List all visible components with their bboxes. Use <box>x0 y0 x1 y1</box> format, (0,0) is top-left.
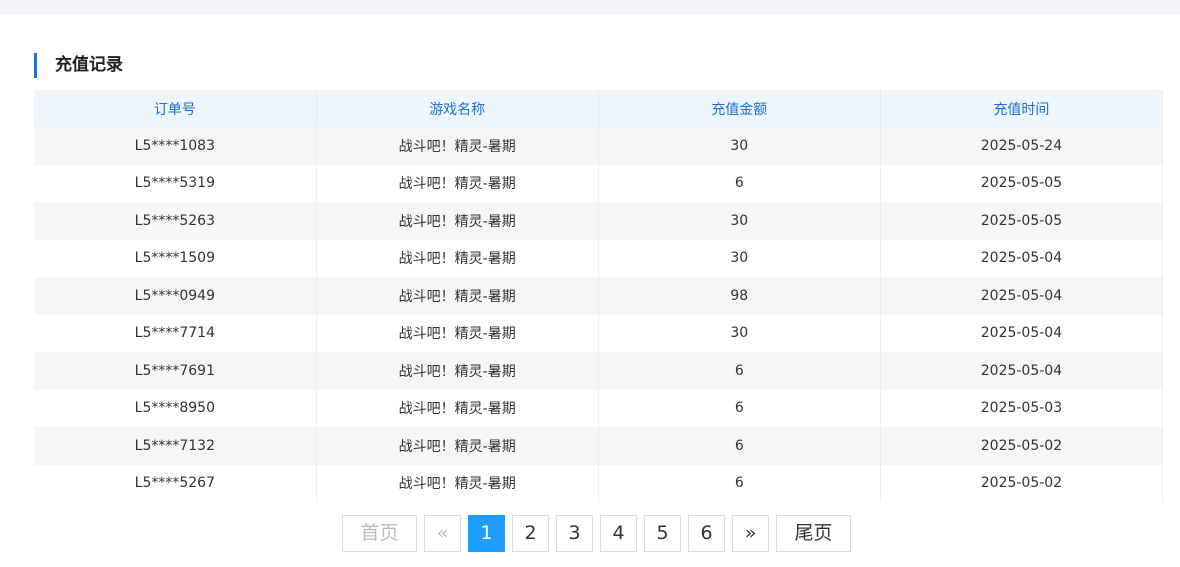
game-name-cell: 战斗吧！精灵-暑期 <box>316 164 599 202</box>
column-header-game-name: 游戏名称 <box>316 90 599 127</box>
table-row: L5****8950 战斗吧！精灵-暑期 6 2025-05-03 <box>34 389 1164 427</box>
table-row: L5****7691 战斗吧！精灵-暑期 6 2025-05-04 <box>34 352 1164 390</box>
game-name-cell: 战斗吧！精灵-暑期 <box>316 202 599 240</box>
recharge-records-table: 订单号 游戏名称 充值金额 充值时间 L5****1083 战斗吧！精灵-暑期 … <box>34 90 1164 502</box>
pagination: 首页 « 1 2 3 4 5 6 » 尾页 <box>342 515 851 552</box>
prev-page-button[interactable]: « <box>424 515 461 552</box>
amount-cell: 6 <box>598 464 881 502</box>
game-name-cell: 战斗吧！精灵-暑期 <box>316 277 599 315</box>
time-cell: 2025-05-02 <box>880 427 1164 465</box>
amount-cell: 30 <box>598 314 881 352</box>
order-id-cell: L5****1509 <box>34 239 317 277</box>
order-id-cell: L5****7691 <box>34 352 317 390</box>
order-id-cell: L5****7714 <box>34 314 317 352</box>
game-name-cell: 战斗吧！精灵-暑期 <box>316 389 599 427</box>
amount-cell: 6 <box>598 352 881 390</box>
game-name-cell: 战斗吧！精灵-暑期 <box>316 239 599 277</box>
table-row: L5****5319 战斗吧！精灵-暑期 6 2025-05-05 <box>34 164 1164 202</box>
order-id-cell: L5****1083 <box>34 127 317 165</box>
time-cell: 2025-05-04 <box>880 352 1164 390</box>
next-page-button[interactable]: » <box>732 515 769 552</box>
table-row: L5****5263 战斗吧！精灵-暑期 30 2025-05-05 <box>34 202 1164 240</box>
game-name-cell: 战斗吧！精灵-暑期 <box>316 314 599 352</box>
table-row: L5****1509 战斗吧！精灵-暑期 30 2025-05-04 <box>34 239 1164 277</box>
section-title: 充值记录 <box>34 53 123 78</box>
table-row: L5****5267 战斗吧！精灵-暑期 6 2025-05-02 <box>34 464 1164 502</box>
amount-cell: 6 <box>598 164 881 202</box>
table-header-row: 订单号 游戏名称 充值金额 充值时间 <box>34 90 1164 127</box>
table-row: L5****7714 战斗吧！精灵-暑期 30 2025-05-04 <box>34 314 1164 352</box>
game-name-cell: 战斗吧！精灵-暑期 <box>316 427 599 465</box>
last-page-button[interactable]: 尾页 <box>776 515 851 552</box>
order-id-cell: L5****5263 <box>34 202 317 240</box>
table-row: L5****1083 战斗吧！精灵-暑期 30 2025-05-24 <box>34 127 1164 165</box>
top-strip <box>0 0 1180 15</box>
amount-cell: 6 <box>598 427 881 465</box>
time-cell: 2025-05-03 <box>880 389 1164 427</box>
game-name-cell: 战斗吧！精灵-暑期 <box>316 352 599 390</box>
page-button-5[interactable]: 5 <box>644 515 681 552</box>
order-id-cell: L5****5267 <box>34 464 317 502</box>
time-cell: 2025-05-05 <box>880 164 1164 202</box>
time-cell: 2025-05-24 <box>880 127 1164 165</box>
amount-cell: 30 <box>598 202 881 240</box>
order-id-cell: L5****7132 <box>34 427 317 465</box>
time-cell: 2025-05-05 <box>880 202 1164 240</box>
first-page-button[interactable]: 首页 <box>342 515 417 552</box>
game-name-cell: 战斗吧！精灵-暑期 <box>316 127 599 165</box>
page-button-4[interactable]: 4 <box>600 515 637 552</box>
game-name-cell: 战斗吧！精灵-暑期 <box>316 464 599 502</box>
page-button-2[interactable]: 2 <box>512 515 549 552</box>
order-id-cell: L5****5319 <box>34 164 317 202</box>
column-header-time: 充值时间 <box>880 90 1164 127</box>
amount-cell: 98 <box>598 277 881 315</box>
page-button-1[interactable]: 1 <box>468 515 505 552</box>
time-cell: 2025-05-02 <box>880 464 1164 502</box>
time-cell: 2025-05-04 <box>880 239 1164 277</box>
page-button-3[interactable]: 3 <box>556 515 593 552</box>
column-header-order-id: 订单号 <box>34 90 317 127</box>
amount-cell: 6 <box>598 389 881 427</box>
time-cell: 2025-05-04 <box>880 314 1164 352</box>
page-button-6[interactable]: 6 <box>688 515 725 552</box>
amount-cell: 30 <box>598 127 881 165</box>
column-header-amount: 充值金额 <box>598 90 881 127</box>
order-id-cell: L5****8950 <box>34 389 317 427</box>
table-row: L5****7132 战斗吧！精灵-暑期 6 2025-05-02 <box>34 427 1164 465</box>
table-row: L5****0949 战斗吧！精灵-暑期 98 2025-05-04 <box>34 277 1164 315</box>
time-cell: 2025-05-04 <box>880 277 1164 315</box>
amount-cell: 30 <box>598 239 881 277</box>
order-id-cell: L5****0949 <box>34 277 317 315</box>
